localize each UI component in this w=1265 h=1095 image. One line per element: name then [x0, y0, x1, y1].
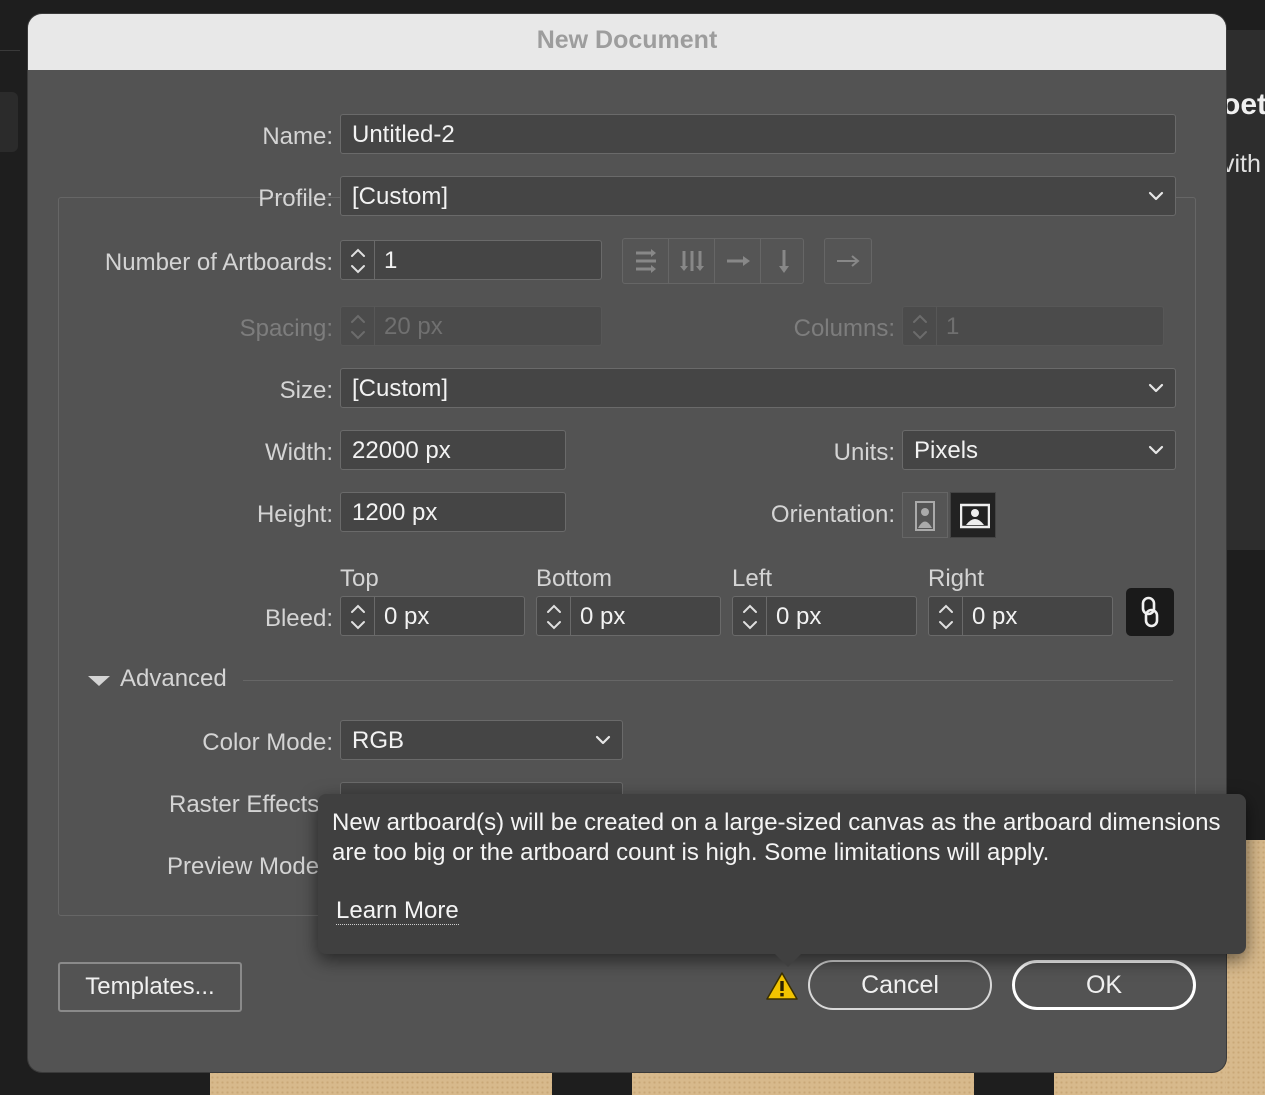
warning-icon[interactable]: [766, 972, 798, 1000]
height-input[interactable]: 1200 px: [340, 492, 566, 532]
chevron-down-icon: [595, 735, 611, 745]
spacing-label: Spacing:: [239, 315, 333, 342]
color-mode-value: RGB: [352, 727, 405, 754]
right-to-left-button[interactable]: [824, 238, 872, 284]
bleed-right-stepper[interactable]: 0 px: [928, 596, 1113, 636]
stepper-arrows-icon: [341, 307, 375, 345]
templates-button[interactable]: Templates...: [58, 962, 242, 1012]
background-divider: [0, 50, 20, 51]
size-label: Size:: [279, 377, 333, 404]
artboards-stepper[interactable]: 1: [340, 240, 602, 280]
arrange-by-column-icon[interactable]: [761, 239, 807, 283]
orientation-label: Orientation:: [770, 501, 895, 528]
chevron-down-icon: [1148, 191, 1164, 201]
color-mode-dropdown[interactable]: RGB: [340, 720, 623, 760]
bleed-left-label: Left: [732, 565, 773, 592]
artboards-value: 1: [384, 247, 398, 274]
width-label: Width:: [264, 439, 333, 466]
bleed-top-label: Top: [340, 565, 379, 592]
bleed-right-value: 0 px: [972, 603, 1018, 630]
profile-label: Profile:: [258, 185, 333, 212]
bleed-top-value: 0 px: [384, 603, 430, 630]
bleed-left-value: 0 px: [776, 603, 822, 630]
background-text: vith: [1222, 150, 1261, 178]
landscape-orientation-button[interactable]: [950, 492, 996, 538]
name-input[interactable]: Untitled-2: [340, 114, 1176, 154]
bleed-bottom-stepper[interactable]: 0 px: [536, 596, 721, 636]
background-panel-tab: [0, 92, 18, 152]
link-icon: [1141, 596, 1159, 628]
profile-value: [Custom]: [352, 183, 449, 210]
portrait-icon: [915, 501, 935, 531]
artboards-label: Number of Artboards:: [104, 249, 333, 276]
grid-by-row-icon[interactable]: [623, 239, 669, 283]
link-bleed-button[interactable]: [1126, 588, 1174, 636]
tooltip-message: New artboard(s) will be created on a lar…: [332, 809, 1221, 866]
height-label: Height:: [256, 501, 333, 528]
spacing-stepper: 20 px: [340, 306, 602, 346]
bleed-left-stepper[interactable]: 0 px: [732, 596, 917, 636]
arrange-by-row-icon[interactable]: [715, 239, 761, 283]
grid-by-column-icon[interactable]: [669, 239, 715, 283]
bleed-bottom-value: 0 px: [580, 603, 626, 630]
advanced-toggle[interactable]: Advanced: [120, 665, 227, 693]
spacing-value: 20 px: [384, 313, 443, 340]
units-label: Units:: [833, 439, 895, 466]
units-value: Pixels: [914, 437, 979, 464]
artboard-layout-buttons: [622, 238, 804, 284]
ok-button[interactable]: OK: [1012, 960, 1196, 1010]
columns-stepper: 1: [902, 306, 1164, 346]
chevron-down-icon: [1148, 383, 1164, 393]
bleed-label: Bleed:: [264, 605, 333, 632]
portrait-orientation-button[interactable]: [902, 492, 948, 538]
stepper-arrows-icon[interactable]: [341, 597, 375, 635]
columns-label: Columns:: [793, 315, 895, 342]
stepper-arrows-icon[interactable]: [537, 597, 571, 635]
bleed-top-stepper[interactable]: 0 px: [340, 596, 525, 636]
stepper-arrows-icon: [903, 307, 937, 345]
dialog-titlebar: New Document: [28, 14, 1226, 70]
width-value: 22000 px: [352, 437, 451, 464]
background-heading: oet: [1222, 88, 1265, 121]
bleed-bottom-label: Bottom: [536, 565, 613, 592]
columns-value: 1: [946, 313, 960, 340]
name-label: Name:: [262, 123, 333, 150]
dialog-title: New Document: [536, 26, 718, 54]
width-input[interactable]: 22000 px: [340, 430, 566, 470]
tooltip-pointer: [774, 953, 802, 967]
landscape-icon: [960, 503, 990, 529]
stepper-arrows-icon[interactable]: [341, 241, 375, 279]
large-canvas-tooltip: New artboard(s) will be created on a lar…: [318, 794, 1246, 967]
name-value: Untitled-2: [352, 121, 455, 148]
arrow-right-icon: [825, 239, 871, 283]
stepper-arrows-icon[interactable]: [733, 597, 767, 635]
raster-effects-label: Raster Effects: [169, 791, 320, 818]
stepper-arrows-icon[interactable]: [929, 597, 963, 635]
advanced-divider: [243, 680, 1173, 681]
triangle-down-icon[interactable]: [88, 676, 110, 686]
size-value: [Custom]: [352, 375, 449, 402]
cancel-button[interactable]: Cancel: [808, 960, 992, 1010]
height-value: 1200 px: [352, 499, 438, 526]
bleed-right-label: Right: [928, 565, 985, 592]
chevron-down-icon: [1148, 445, 1164, 455]
units-dropdown[interactable]: Pixels: [902, 430, 1176, 470]
profile-dropdown[interactable]: [Custom]: [340, 176, 1176, 216]
learn-more-link[interactable]: Learn More: [336, 898, 459, 925]
size-dropdown[interactable]: [Custom]: [340, 368, 1176, 408]
color-mode-label: Color Mode:: [202, 729, 333, 756]
preview-mode-label: Preview Mode: [167, 853, 320, 880]
